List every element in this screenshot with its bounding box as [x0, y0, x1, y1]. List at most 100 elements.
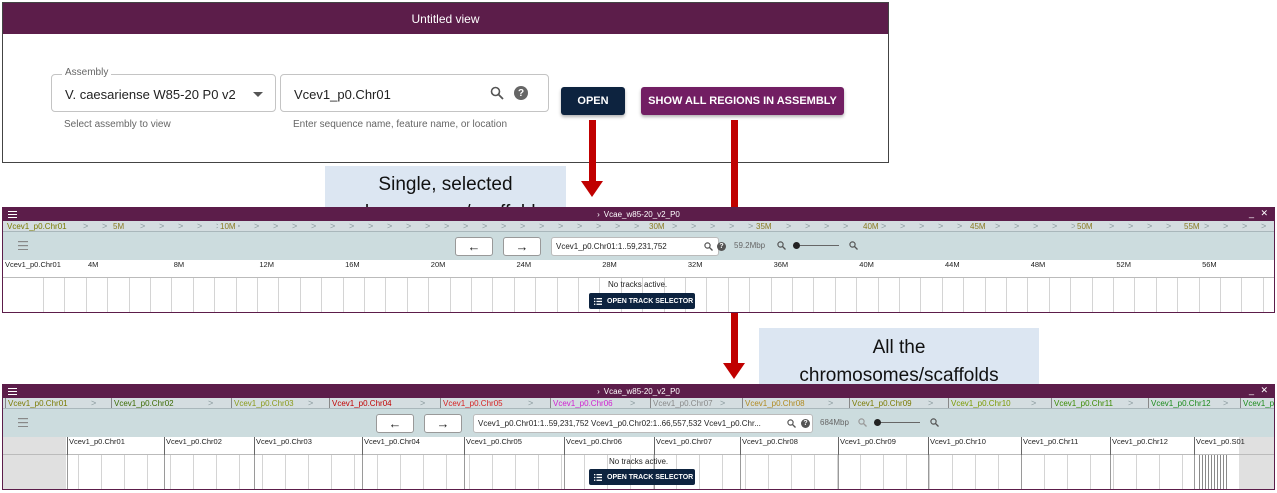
minimize-icon[interactable]: _ — [1249, 385, 1254, 395]
pan-right-button[interactable]: → — [503, 237, 541, 256]
grid-line — [899, 278, 900, 312]
overview-chevron: > — [539, 221, 545, 231]
grid-line — [952, 455, 953, 489]
region-divider — [464, 455, 465, 489]
grid-line — [262, 455, 263, 489]
grid-line — [1155, 278, 1157, 312]
overview-chevron: > — [1223, 221, 1229, 231]
grid-line — [85, 278, 87, 312]
pan-left-button[interactable]: ← — [376, 414, 414, 433]
overview-chevron: > — [197, 221, 203, 231]
grid-line — [235, 278, 237, 312]
grid-line — [1136, 455, 1137, 489]
overview-region-label: Vcev1_p0.Chr01 — [5, 398, 68, 408]
zoom-slider-thumb[interactable] — [793, 242, 800, 249]
menu-icon[interactable] — [8, 211, 17, 218]
overview-chevron: > — [349, 221, 355, 231]
caret-down-icon[interactable] — [253, 92, 263, 97]
grid-line — [1177, 278, 1179, 312]
ruler-region-label: Vcev1_p0.Chr01 — [5, 260, 61, 269]
overview-chevron: > — [672, 221, 678, 231]
region-divider — [164, 455, 165, 489]
arrow-head-all — [723, 363, 745, 379]
ruler-region-label: Vcev1_p0.Chr07 — [654, 437, 712, 455]
overview-region-label: Vcev1_p0.Chr10 — [948, 398, 1011, 408]
locstring-input[interactable]: Vcev1_p0.Chr01:1..59,231,752 — [551, 237, 719, 256]
grid-line — [1220, 278, 1221, 312]
ruler-region-label: Vcev1_p0.Chr08 — [740, 437, 798, 455]
overview-region-label: Vcev1_p0.Chr06 — [550, 398, 613, 408]
overview-label: 5M — [111, 221, 127, 231]
show-all-regions-button[interactable]: SHOW ALL REGIONS IN ASSEMBLY — [641, 87, 844, 115]
open-track-selector-button[interactable]: OPEN TRACK SELECTOR — [589, 293, 695, 309]
grid-line — [1067, 455, 1068, 489]
overview-chevron: > — [482, 221, 488, 231]
grid-line — [814, 455, 815, 489]
arrow-to-single — [589, 120, 596, 182]
search-icon[interactable] — [787, 419, 796, 428]
close-icon[interactable]: ✕ — [1260, 208, 1268, 219]
track-list-icon[interactable] — [18, 418, 28, 427]
overview-chevron: > — [1052, 221, 1058, 231]
scaffold-grid-line — [1211, 455, 1212, 489]
overview-chevron: > — [444, 221, 450, 231]
ruler-region-label: Vcev1_p0.Chr10 — [928, 437, 986, 455]
assembly-select[interactable]: Assembly V. caesariense W85-20 P0 v2 — [51, 67, 276, 112]
grid-line — [834, 278, 836, 312]
overview-chevron: > — [928, 398, 934, 408]
grid-line — [1070, 278, 1072, 312]
search-icon[interactable] — [704, 242, 713, 251]
track-list-icon[interactable] — [18, 241, 28, 250]
help-icon[interactable]: ? — [801, 419, 810, 428]
zoom-slider[interactable] — [793, 242, 839, 249]
region-divider — [1194, 455, 1195, 489]
region-divider — [928, 455, 929, 489]
overview-chevron: > — [1147, 221, 1153, 231]
ruler-tick-label: 44M — [945, 260, 960, 269]
close-icon[interactable]: ✕ — [1260, 385, 1268, 396]
zoom-slider-thumb[interactable] — [874, 419, 881, 426]
ruler-region-label: Vcev1_p0.Chr02 — [164, 437, 222, 455]
location-helper: Enter sequence name, feature name, or lo… — [293, 119, 508, 130]
grid-line — [43, 278, 44, 312]
grid-line — [1090, 455, 1091, 489]
grid-line — [963, 278, 965, 312]
grid-line — [171, 278, 173, 312]
minimize-icon[interactable]: _ — [1249, 208, 1254, 218]
overview-scale-bar[interactable]: > > > > > > > > > > > > > > > > > > > > > > > > > > > > > > > > > > > > > > > >… — [3, 221, 1274, 232]
menu-icon[interactable] — [8, 388, 17, 395]
ruler-tick-label: 20M — [430, 260, 446, 269]
open-track-selector-button[interactable]: OPEN TRACK SELECTOR — [589, 469, 695, 485]
search-icon[interactable] — [490, 86, 504, 100]
chevron-right-icon[interactable]: › — [597, 210, 600, 219]
pan-right-button[interactable]: → — [424, 414, 462, 433]
overview-chevron: > — [311, 221, 317, 231]
grid-line — [727, 278, 729, 312]
locstring-input[interactable]: Vcev1_p0.Chr01:1..59,231,752 Vcev1_p0.Ch… — [473, 414, 813, 433]
location-input[interactable]: Vcev1_p0.Chr01 ? — [280, 74, 549, 112]
help-icon[interactable]: ? — [514, 86, 528, 100]
track-selector-label: OPEN TRACK SELECTOR — [607, 473, 694, 481]
help-icon[interactable]: ? — [717, 242, 726, 251]
grid-line — [1134, 278, 1136, 312]
view-title: Vcae_w85-20_v2_P0 — [603, 387, 680, 396]
grid-line — [813, 278, 815, 312]
grid-line — [170, 455, 171, 489]
zoom-out-icon[interactable] — [777, 241, 786, 250]
open-button[interactable]: OPEN — [561, 87, 625, 115]
grid-line — [535, 278, 537, 312]
grid-line — [469, 455, 470, 489]
overview-scale-bar[interactable]: > > > > > > > > > > > > Vcev1_p0.Chr01 Vcev1_p0.Chr02… — [3, 398, 1274, 409]
pan-left-button[interactable]: ← — [455, 237, 493, 256]
region-divider — [740, 455, 741, 489]
assembly-value: V. caesariense W85-20 P0 v2 — [65, 87, 236, 102]
zoom-in-icon[interactable] — [849, 241, 858, 250]
ruler-tick-label: 36M — [773, 260, 789, 269]
zoom-out-icon[interactable] — [858, 418, 867, 427]
overview-chevron: > — [720, 398, 726, 408]
chevron-right-icon[interactable]: › — [597, 387, 600, 396]
grid-line — [1241, 278, 1243, 312]
zoom-slider[interactable] — [874, 419, 920, 426]
grid-line — [492, 455, 493, 489]
zoom-in-icon[interactable] — [930, 418, 939, 427]
